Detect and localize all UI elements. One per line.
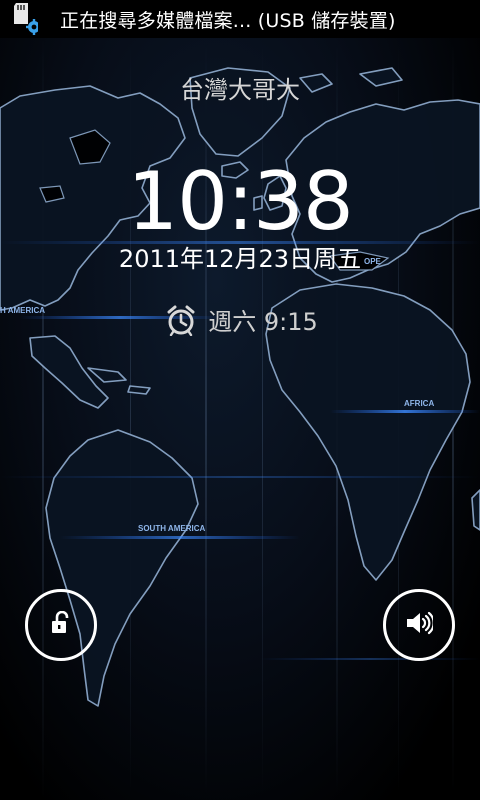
sound-toggle-button[interactable] [383, 589, 455, 661]
label-south-america: SOUTH AMERICA [138, 524, 205, 533]
sd-card-scan-icon [0, 0, 42, 38]
alarm-clock-icon [166, 304, 196, 336]
notification-text: 正在搜尋多媒體檔案... (USB 儲存裝置) [60, 9, 396, 32]
carrier-name: 台灣大哥大 [180, 76, 300, 104]
lock-screen: 正在搜尋多媒體檔案... (USB 儲存裝置) H AMERICA OPE AF… [0, 0, 480, 800]
clock-date: 2011年12月23日周五 [118, 245, 362, 273]
label-africa: AFRICA [404, 399, 434, 408]
status-bar: 正在搜尋多媒體檔案... (USB 儲存裝置) [0, 0, 480, 38]
next-alarm-text: 週六 9:15 [208, 308, 318, 336]
speaker-icon [405, 610, 435, 640]
next-alarm: 週六 9:15 [0, 302, 480, 337]
unlock-icon [50, 610, 72, 639]
unlock-button[interactable] [25, 589, 97, 661]
